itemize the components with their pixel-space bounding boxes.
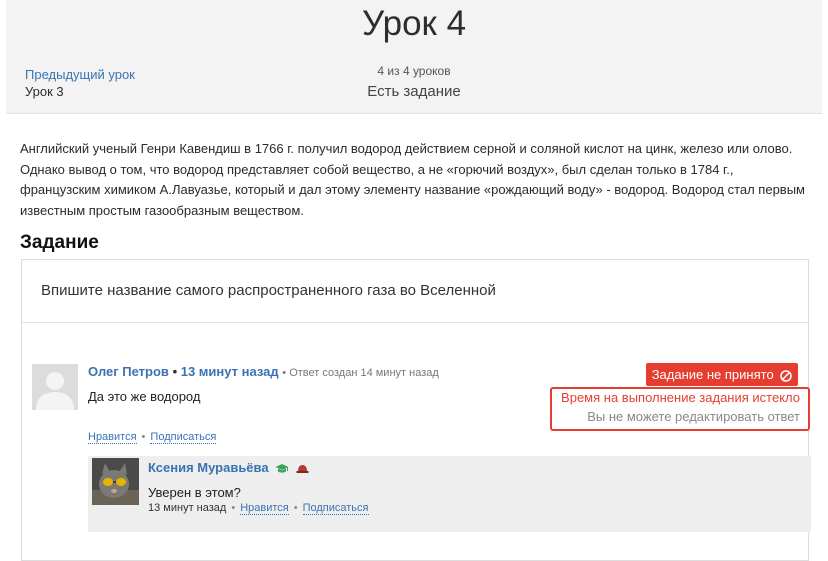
lesson-status: Есть задание bbox=[367, 83, 461, 100]
reply-author-name[interactable]: Ксения Муравьёва bbox=[148, 460, 269, 475]
lesson-text: Английский ученый Генри Кавендиш в 1766 … bbox=[20, 141, 805, 218]
hat-icon bbox=[296, 465, 309, 474]
subscribe-link[interactable]: Подписаться bbox=[150, 431, 217, 444]
reply-meta: 13 минут назад • Нравится • Подписаться bbox=[148, 502, 369, 515]
status-badge: Задание не принято bbox=[646, 363, 798, 386]
answer-author-line: Олег Петров • 13 минут назад • Ответ соз… bbox=[88, 364, 439, 379]
answer-author-name[interactable]: Олег Петров bbox=[88, 364, 169, 379]
like-link[interactable]: Нравится bbox=[240, 502, 289, 515]
separator-dot: • bbox=[231, 502, 236, 514]
reply-text: Уверен в этом? bbox=[148, 485, 241, 500]
lesson-title: Урок 4 bbox=[361, 4, 467, 43]
answer-actions: Нравится • Подписаться bbox=[88, 431, 217, 444]
separator-dot: • bbox=[293, 502, 298, 514]
task-heading: Задание bbox=[20, 232, 99, 253]
lesson-header: Урок 4 Предыдущий урок Урок 3 4 из 4 уро… bbox=[6, 0, 822, 114]
divider bbox=[22, 322, 808, 323]
separator-dot: • bbox=[141, 431, 146, 443]
answer-created-meta: Ответ создан 14 минут назад bbox=[289, 367, 439, 379]
status-badge-label: Задание не принято bbox=[651, 367, 774, 382]
cancel-circle-icon bbox=[780, 369, 793, 382]
task-question: Впишите название самого распространенног… bbox=[41, 282, 496, 299]
reply-author-line: Ксения Муравьёва bbox=[148, 460, 309, 475]
reply-comment: Ксения Муравьёва Уверен в этом? 13 минут… bbox=[88, 456, 811, 532]
avatar[interactable] bbox=[32, 364, 78, 410]
no-edit-message: Вы не можете редактировать ответ bbox=[587, 409, 800, 424]
cat-avatar-icon bbox=[92, 458, 139, 505]
default-avatar-icon bbox=[32, 364, 78, 410]
graduation-cap-icon bbox=[275, 464, 289, 473]
like-link[interactable]: Нравится bbox=[88, 431, 137, 444]
prev-lesson-name: Урок 3 bbox=[25, 84, 64, 99]
answer-time[interactable]: 13 минут назад bbox=[181, 364, 279, 379]
reply-time: 13 минут назад bbox=[148, 502, 227, 514]
prev-lesson-link[interactable]: Предыдущий урок bbox=[25, 67, 135, 82]
expired-notice: Время на выполнение задания истекло Вы н… bbox=[550, 387, 810, 431]
subscribe-link[interactable]: Подписаться bbox=[302, 502, 369, 515]
separator-dot: • bbox=[172, 364, 181, 379]
expired-message: Время на выполнение задания истекло bbox=[561, 390, 800, 405]
lesson-progress: 4 из 4 уроков bbox=[377, 64, 451, 78]
avatar[interactable] bbox=[92, 458, 139, 505]
task-card: Впишите название самого распространенног… bbox=[21, 259, 811, 561]
answer-text: Да это же водород bbox=[88, 389, 201, 404]
